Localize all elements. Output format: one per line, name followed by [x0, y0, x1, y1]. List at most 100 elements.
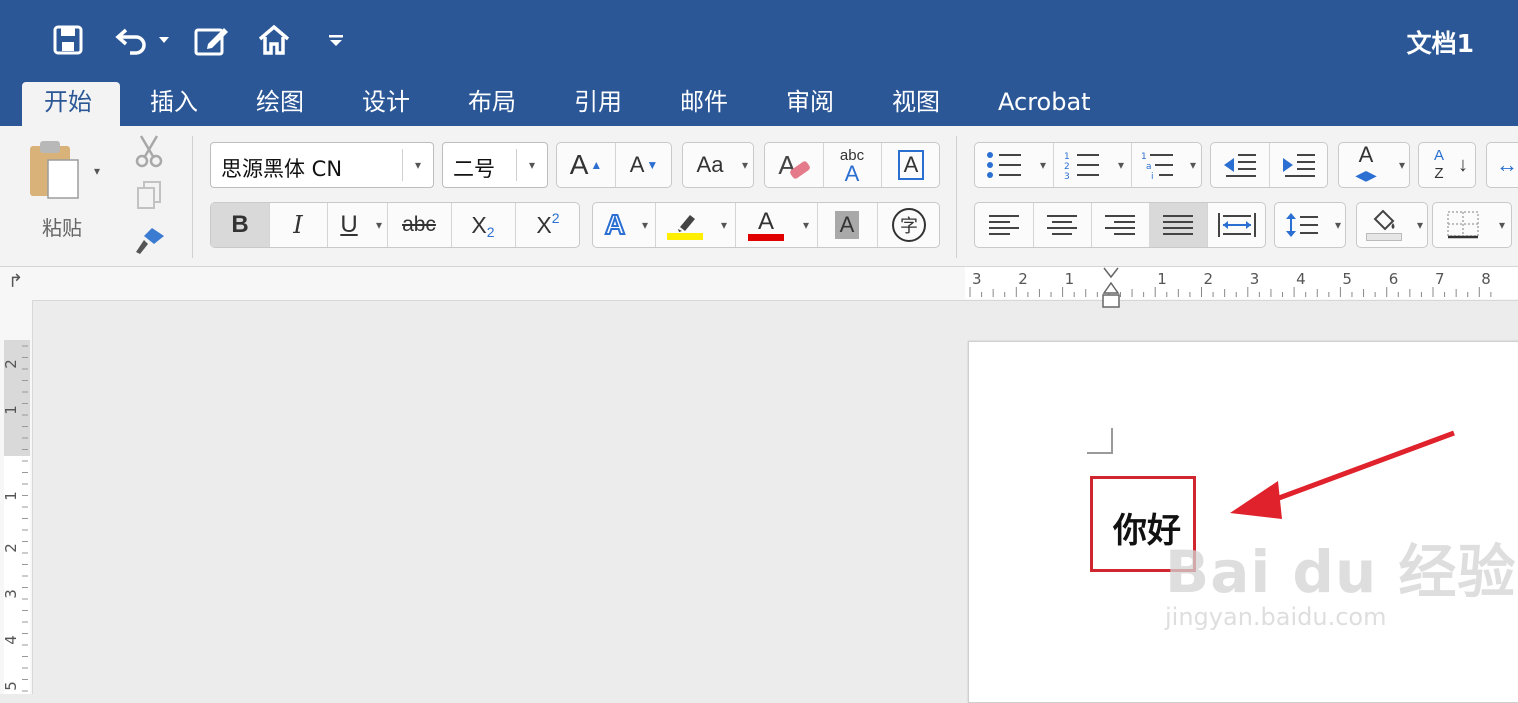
character-border-button[interactable]: A [881, 143, 941, 187]
indent-marker-icon[interactable] [1101, 267, 1121, 316]
superscript-button[interactable]: X2 [515, 203, 581, 247]
customize-toolbar-icon[interactable] [326, 20, 346, 60]
font-color-group: A ▾ ▾ A ▾ A 字 [592, 202, 940, 248]
shrink-font-button[interactable]: A ▼ [615, 143, 673, 187]
show-marks-button[interactable]: ↔ [1486, 142, 1518, 188]
edit-document-icon[interactable] [192, 20, 232, 60]
borders-glyph [1433, 203, 1493, 247]
enclose-characters-button[interactable]: 字 [877, 203, 941, 247]
text-effects-dropdown-icon[interactable]: ▾ [637, 203, 653, 247]
ruler-label: 1 [1157, 270, 1167, 288]
undo-dropdown-icon[interactable] [156, 20, 172, 60]
paste-label: 粘贴 [42, 216, 82, 240]
subscript-button[interactable]: X2 [451, 203, 515, 247]
numbering-button[interactable]: 123 [1053, 143, 1111, 187]
multilevel-list-button[interactable]: 1ai [1131, 143, 1183, 187]
tab-references[interactable]: 引用 [552, 82, 644, 126]
italic-button[interactable]: I [269, 203, 327, 247]
superscript-glyph: X [536, 211, 552, 238]
clear-formatting-button[interactable]: A [765, 143, 823, 187]
vertical-ruler-scale: 2 1 1 2 3 4 5 [4, 340, 30, 694]
ruler-label: 5 [4, 681, 20, 691]
vertical-ruler[interactable]: 2 1 1 2 3 4 5 [0, 300, 33, 694]
borders-dropdown-icon[interactable]: ▾ [1493, 203, 1511, 247]
tab-layout[interactable]: 布局 [446, 82, 538, 126]
font-name-dropdown-icon[interactable]: ▾ [402, 149, 433, 181]
tab-draw[interactable]: 绘图 [234, 82, 326, 126]
shrink-arrow-icon: ▼ [646, 158, 659, 172]
align-center-icon [1047, 215, 1077, 235]
align-center-button[interactable] [1033, 203, 1091, 247]
copy-icon[interactable] [136, 180, 162, 215]
line-spacing-button[interactable]: ▾ [1274, 202, 1346, 248]
vertical-ruler-ticks: 2 1 1 2 3 4 5 [4, 345, 28, 692]
underline-dropdown-icon[interactable]: ▾ [371, 203, 387, 247]
shading-button[interactable]: ▾ [1356, 202, 1428, 248]
text-effects-button[interactable]: A [593, 203, 637, 247]
numbering-dropdown-icon[interactable]: ▾ [1111, 143, 1131, 187]
save-icon[interactable] [48, 20, 88, 60]
strikethrough-button[interactable]: abc [387, 203, 451, 247]
home-icon[interactable] [254, 20, 294, 60]
increase-indent-button[interactable] [1269, 143, 1329, 187]
sort-button[interactable]: A Z ↓ [1418, 142, 1476, 188]
bullets-button[interactable] [975, 143, 1033, 187]
highlight-dropdown-icon[interactable]: ▾ [715, 203, 733, 247]
shading-dropdown-icon[interactable]: ▾ [1411, 203, 1429, 247]
asian-layout-arrows-icon: ◀▶ [1355, 167, 1377, 183]
align-left-button[interactable] [975, 203, 1033, 247]
svg-text:i: i [1151, 172, 1154, 180]
ruler-label: 1 [4, 405, 20, 415]
tab-insert[interactable]: 插入 [128, 82, 220, 126]
grow-font-button[interactable]: A ▲ [557, 143, 615, 187]
bullets-dropdown-icon[interactable]: ▾ [1033, 143, 1053, 187]
decrease-indent-icon [1224, 154, 1256, 177]
format-painter-icon[interactable] [132, 226, 166, 261]
borders-button[interactable]: ▾ [1432, 202, 1512, 248]
align-right-button[interactable] [1091, 203, 1149, 247]
change-case-dropdown-icon[interactable]: ▾ [735, 143, 755, 187]
asian-layout-button[interactable]: A ◀▶ ▾ [1338, 142, 1410, 188]
font-color-glyph: A [757, 207, 774, 235]
distributed-button[interactable] [1207, 203, 1267, 247]
font-color-button[interactable]: A [735, 203, 797, 247]
font-size-dropdown-icon[interactable]: ▾ [516, 149, 547, 181]
asian-layout-dropdown-icon[interactable]: ▾ [1393, 143, 1411, 187]
phonetic-guide-button[interactable]: abc A [823, 143, 881, 187]
tab-acrobat[interactable]: Acrobat [976, 82, 1113, 126]
cut-icon[interactable] [134, 134, 164, 173]
font-size-select[interactable]: 二号 ▾ [442, 142, 548, 188]
ruler-label: 3 [1250, 270, 1260, 288]
bullets-icon [987, 152, 1021, 178]
tab-design[interactable]: 设计 [340, 82, 432, 126]
character-shading-button[interactable]: A [817, 203, 877, 247]
paste-icon[interactable] [26, 138, 84, 205]
horizontal-ruler-ticks: 3 2 1 1 2 3 4 5 6 7 8 [969, 270, 1492, 297]
justify-icon [1163, 215, 1193, 235]
tab-mailings[interactable]: 邮件 [658, 82, 750, 126]
tab-stop-selector-icon[interactable]: ↱ [8, 271, 23, 292]
font-color-swatch [748, 233, 784, 241]
bold-button[interactable]: B [211, 203, 269, 247]
decrease-indent-button[interactable] [1211, 143, 1269, 187]
svg-text:a: a [1146, 162, 1152, 172]
subscript-mark: 2 [486, 224, 495, 240]
horizontal-ruler[interactable]: 3 2 1 1 2 3 4 5 6 7 8 [965, 267, 1518, 308]
change-case-button[interactable]: Aa ▾ [682, 142, 754, 188]
font-name-select[interactable]: 思源黑体 CN ▾ [210, 142, 434, 188]
increase-indent-icon [1283, 154, 1315, 177]
line-spacing-dropdown-icon[interactable]: ▾ [1329, 203, 1347, 247]
multilevel-list-icon: 1ai [1141, 152, 1173, 180]
ruler-label: 4 [1296, 270, 1306, 288]
justify-button[interactable] [1149, 203, 1207, 247]
change-case-text: Aa [696, 152, 724, 177]
undo-icon[interactable] [112, 20, 152, 60]
tab-review[interactable]: 审阅 [764, 82, 856, 126]
tab-home[interactable]: 开始 [22, 82, 120, 126]
underline-button[interactable]: U [327, 203, 371, 247]
tab-view[interactable]: 视图 [870, 82, 962, 126]
paste-dropdown-icon[interactable]: ▾ [94, 164, 100, 178]
font-color-dropdown-icon[interactable]: ▾ [797, 203, 815, 247]
multilevel-dropdown-icon[interactable]: ▾ [1183, 143, 1203, 187]
highlight-button[interactable] [655, 203, 715, 247]
